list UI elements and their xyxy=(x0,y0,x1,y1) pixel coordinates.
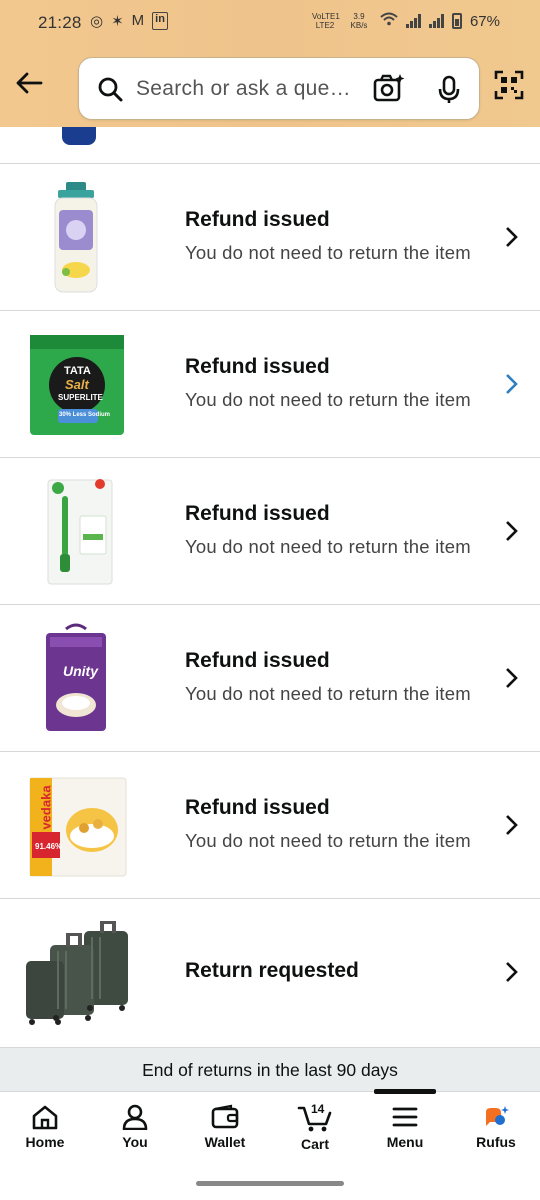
return-status: Refund issued xyxy=(185,355,330,378)
tab-you[interactable]: You xyxy=(95,1104,175,1150)
back-button[interactable] xyxy=(14,68,48,102)
active-tab-indicator xyxy=(374,1089,436,1094)
return-status: Refund issued xyxy=(185,649,330,672)
shampoo-bottle-icon xyxy=(22,182,130,294)
return-note: You do not need to return the item xyxy=(185,683,471,704)
return-item-row[interactable]: Unity Refund issued You do not need to r… xyxy=(0,604,540,751)
status-bar: 21:28 ◎ ✶ M in VoLTE1 LTE2 3.9 KB/s 67% xyxy=(0,0,540,44)
whatsapp-icon: ◎ xyxy=(90,13,104,30)
gesture-home-bar[interactable] xyxy=(196,1181,344,1186)
chevron-right-icon[interactable] xyxy=(504,226,518,253)
toothbrush-pack-icon xyxy=(22,476,130,588)
qr-scan-button[interactable] xyxy=(494,70,524,105)
cornflakes-claim-text: 91.46% xyxy=(35,842,63,851)
tab-cart[interactable]: 14 Cart xyxy=(275,1102,355,1152)
cornflakes-brand-text: vedaka xyxy=(38,785,54,830)
home-icon xyxy=(32,1105,58,1130)
return-note: You do not need to return the item xyxy=(185,536,471,557)
camera-search-icon[interactable] xyxy=(373,73,405,108)
battery-icon xyxy=(451,13,462,29)
return-note: You do not need to return the item xyxy=(185,389,471,410)
end-of-returns-banner: End of returns in the last 90 days xyxy=(0,1047,540,1091)
tab-menu[interactable]: Menu xyxy=(365,1104,445,1150)
chevron-right-icon[interactable] xyxy=(504,520,518,547)
search-input[interactable]: Search or ask a que… xyxy=(136,77,351,101)
signal-icon-2 xyxy=(428,14,444,28)
salt-brand-text: TATA xyxy=(64,365,91,377)
linkedin-icon: in xyxy=(152,12,168,30)
menu-icon xyxy=(392,1107,418,1127)
return-item-row[interactable]: TATA Salt SUPERLITE 30% Less Sodium Refu… xyxy=(0,310,540,457)
user-icon xyxy=(122,1104,148,1130)
cart-count-badge: 14 xyxy=(311,1102,325,1116)
chevron-right-icon[interactable] xyxy=(504,667,518,694)
return-status: Refund issued xyxy=(185,796,330,819)
rice-name-text: Unity xyxy=(63,663,98,679)
gmail-icon: M xyxy=(131,12,145,29)
tab-wallet[interactable]: Wallet xyxy=(185,1104,265,1150)
cornflakes-pack-icon: vedaka 91.46% xyxy=(22,770,130,882)
chevron-right-icon[interactable] xyxy=(504,961,518,988)
tab-rufus[interactable]: Rufus xyxy=(456,1104,536,1150)
return-status: Return requested xyxy=(185,959,359,982)
rufus-icon xyxy=(486,1106,509,1126)
tab-label: Rufus xyxy=(476,1134,516,1150)
salt-claim-text: 30% Less Sodium xyxy=(59,412,111,418)
salt-variant-text: SUPERLITE xyxy=(58,393,103,402)
tab-label: Menu xyxy=(386,1134,424,1150)
bottom-tab-bar: Home You Wallet 14 Cart Menu Rufus xyxy=(0,1089,540,1163)
network-label: VoLTE1 LTE2 xyxy=(311,12,340,30)
signal-icon-1 xyxy=(405,14,421,28)
salt-name-text: Salt xyxy=(65,377,89,392)
return-note: You do not need to return the item xyxy=(185,830,471,851)
top-header: 21:28 ◎ ✶ M in VoLTE1 LTE2 3.9 KB/s 67% … xyxy=(0,0,540,127)
return-status: Refund issued xyxy=(185,502,330,525)
return-status: Refund issued xyxy=(185,208,330,231)
salt-pack-icon: TATA Salt SUPERLITE 30% Less Sodium xyxy=(22,329,130,441)
tab-home[interactable]: Home xyxy=(5,1104,85,1150)
rice-bag-icon: Unity xyxy=(22,623,130,735)
network-speed: 3.9 KB/s xyxy=(350,12,368,30)
product-thumbnail-partial xyxy=(62,127,96,145)
return-item-row[interactable]: vedaka 91.46% Refund issued You do not n… xyxy=(0,751,540,898)
battery-percent: 67% xyxy=(469,12,500,30)
chevron-right-icon[interactable] xyxy=(504,814,518,841)
return-note: You do not need to return the item xyxy=(185,242,471,263)
status-time: 21:28 xyxy=(38,13,82,32)
wifi-icon xyxy=(380,12,398,30)
search-icon xyxy=(97,76,123,107)
pinwheel-icon: ✶ xyxy=(111,13,124,30)
return-item-row[interactable]: Return requested xyxy=(0,898,540,1045)
microphone-icon[interactable] xyxy=(437,75,461,110)
return-item-row[interactable]: Refund issued You do not need to return … xyxy=(0,163,540,310)
tab-label: Wallet xyxy=(204,1134,246,1150)
tab-label: Cart xyxy=(300,1136,329,1152)
chevron-right-icon[interactable] xyxy=(504,373,518,400)
notification-icons: ◎ ✶ M in xyxy=(90,12,168,30)
tab-label: Home xyxy=(25,1134,65,1150)
luggage-set-icon xyxy=(22,917,130,1029)
arrow-left-icon xyxy=(16,72,43,94)
tab-label: You xyxy=(122,1134,148,1150)
wallet-icon xyxy=(211,1104,239,1129)
system-status-icons: VoLTE1 LTE2 3.9 KB/s 67% xyxy=(312,12,500,30)
return-item-row[interactable]: Refund issued You do not need to return … xyxy=(0,457,540,604)
qr-code-icon xyxy=(494,70,524,100)
search-bar[interactable]: Search or ask a que… xyxy=(78,57,480,120)
